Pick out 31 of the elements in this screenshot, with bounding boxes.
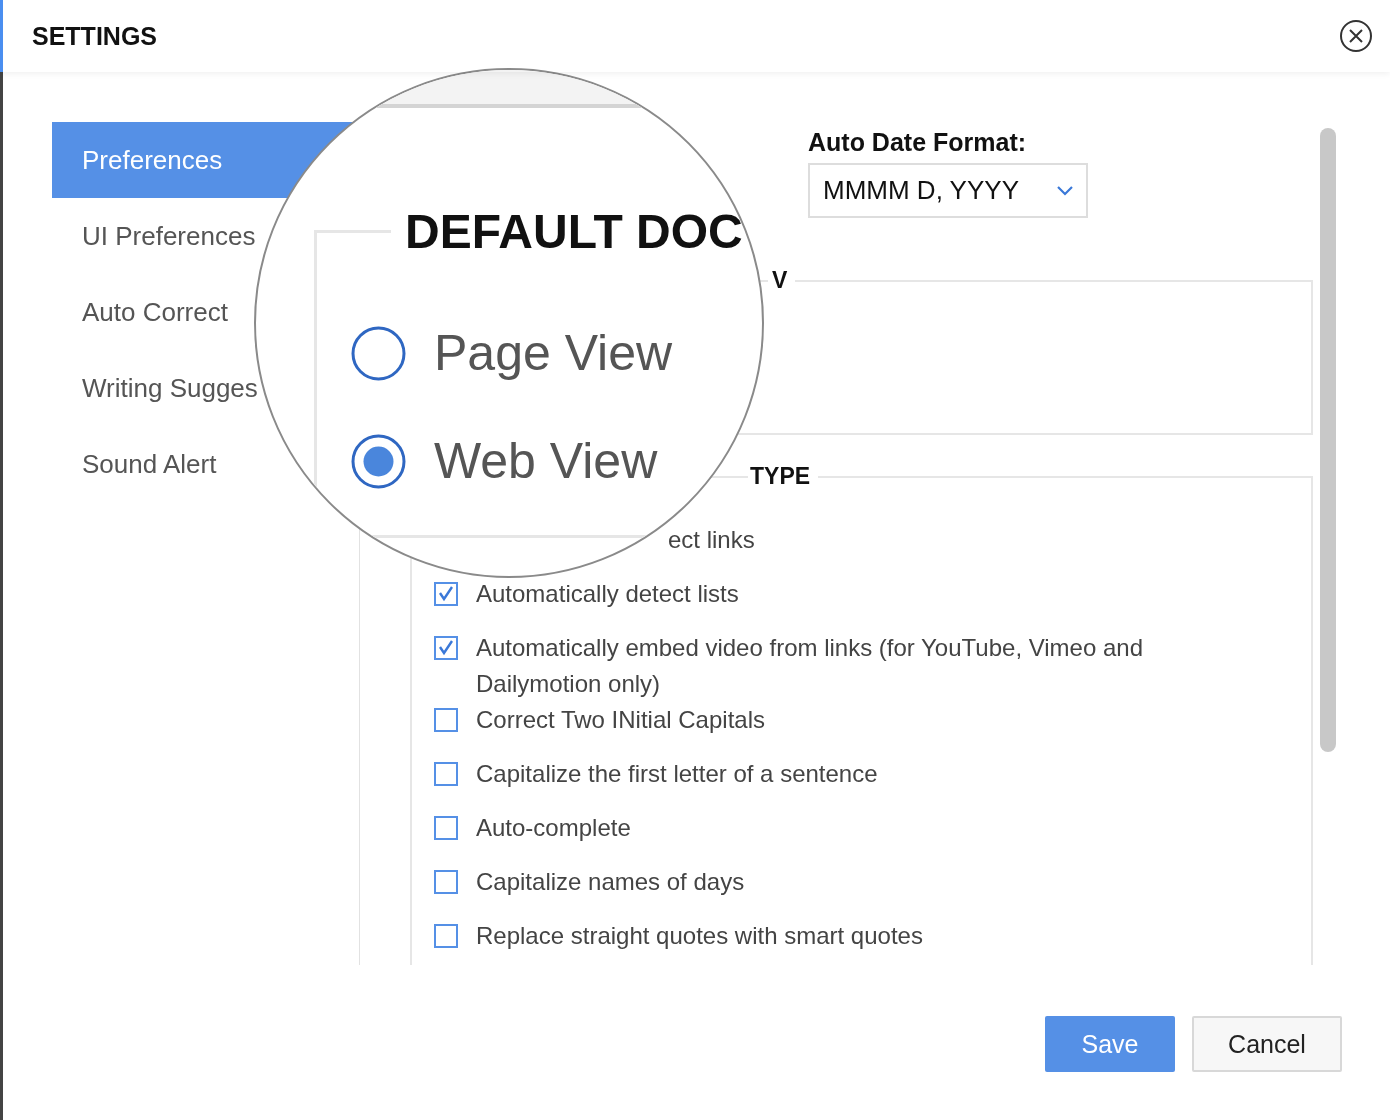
checkbox[interactable]: [434, 870, 458, 894]
checkbox[interactable]: [434, 708, 458, 732]
cancel-button[interactable]: Cancel: [1192, 1016, 1342, 1072]
section-heading: TYPE: [749, 463, 812, 490]
section-heading: DEFAULT DOC: [404, 204, 744, 259]
checkbox[interactable]: [434, 582, 458, 606]
dialog-title: SETTINGS: [32, 21, 157, 51]
option-label: ect links: [668, 525, 755, 555]
checkmark-icon: [438, 586, 454, 602]
close-button[interactable]: [1339, 19, 1373, 53]
option-label: Web View: [434, 432, 658, 490]
checkbox[interactable]: [434, 636, 458, 660]
option-label: Auto-complete: [476, 813, 631, 843]
checkmark-icon: [438, 640, 454, 656]
option-label: Capitalize the first letter of a sentence: [476, 759, 878, 789]
option-label: Replace straight quotes with smart quotes: [476, 921, 923, 951]
radio-button[interactable]: [351, 433, 406, 489]
option-label: Capitalize names of days: [476, 867, 745, 897]
checkbox[interactable]: [434, 762, 458, 786]
checkbox[interactable]: [434, 816, 458, 840]
option-label: Correct Two INitial Capitals: [476, 705, 765, 735]
option-label: Page View: [434, 324, 673, 382]
field-label: Auto Date Format:: [808, 128, 1028, 157]
date-format-dropdown[interactable]: MMMM D, YYYY: [808, 163, 1088, 218]
radio-button[interactable]: [351, 325, 406, 381]
chevron-down-icon: [1056, 184, 1074, 197]
section-heading: V: [771, 267, 789, 294]
scrollbar[interactable]: [1320, 128, 1336, 752]
option-label: Automatically detect lists: [476, 579, 739, 609]
option-label: Automatically embed video from links (for YouTube, Vimeo and Dailymotion only): [476, 633, 1145, 699]
checkbox[interactable]: [434, 924, 458, 948]
